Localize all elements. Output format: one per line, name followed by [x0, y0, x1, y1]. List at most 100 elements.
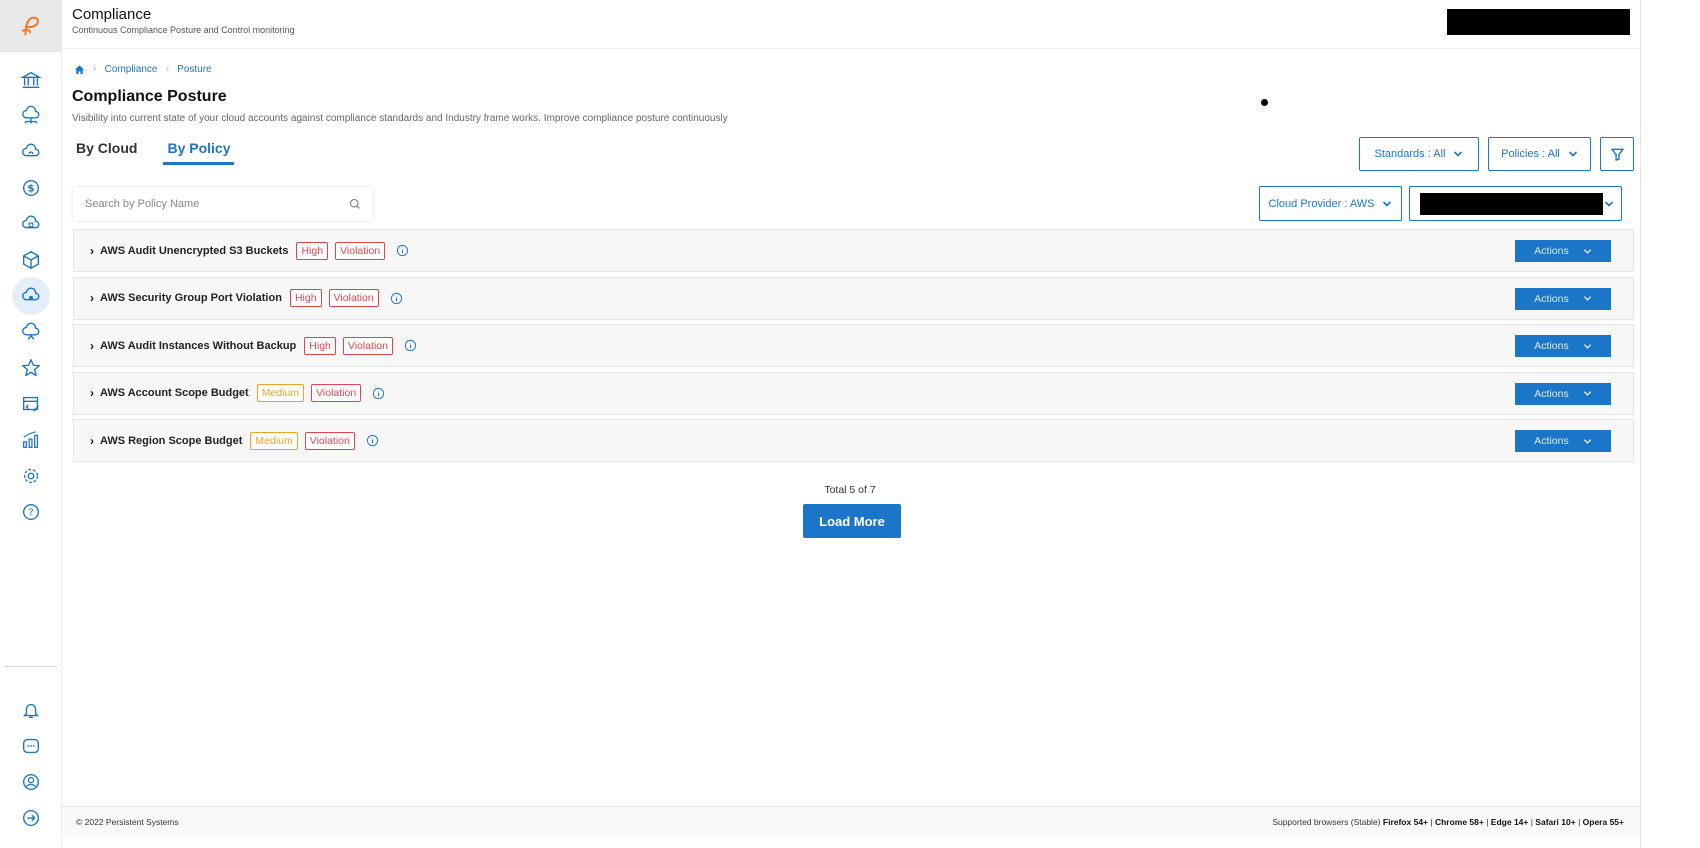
load-more-button[interactable]: Load More — [803, 504, 901, 538]
page-description: Visibility into current state of your cl… — [72, 113, 728, 124]
severity-badge: Medium — [256, 384, 305, 402]
cloud-sync-icon[interactable] — [17, 138, 45, 166]
chevron-down-icon — [1383, 200, 1392, 207]
supported-browsers: Supported browsers (Stable) Firefox 54+ … — [1272, 817, 1624, 827]
chevron-right-icon[interactable]: › — [90, 244, 94, 258]
bank-icon[interactable] — [17, 66, 45, 94]
app-subtitle: Continuous Compliance Posture and Contro… — [72, 25, 295, 35]
cloud-provider-filter[interactable]: Cloud Provider : AWS — [1259, 186, 1402, 221]
gear-icon[interactable] — [17, 462, 45, 490]
breadcrumb: › Compliance › Posture — [74, 63, 212, 75]
sidebar: $ ? — [0, 0, 62, 848]
policies-filter[interactable]: Policies : All — [1488, 137, 1591, 171]
top-header: Compliance Continuous Compliance Posture… — [62, 0, 1640, 49]
filter-button[interactable] — [1600, 137, 1634, 171]
browser-edge: Edge 14+ — [1490, 817, 1529, 827]
browser-safari: Safari 10+ — [1535, 817, 1576, 827]
search-box — [73, 187, 373, 221]
actions-label: Actions — [1534, 245, 1569, 257]
policy-row[interactable]: › AWS Account Scope Budget Medium Violat… — [73, 371, 1634, 415]
chevron-down-icon — [1583, 248, 1591, 254]
severity-badge: High — [296, 241, 329, 260]
breadcrumb-posture[interactable]: Posture — [177, 64, 211, 75]
severity-badge: High — [289, 289, 322, 307]
cube-icon[interactable] — [17, 246, 45, 274]
browser-opera: Opera 55+ — [1582, 817, 1624, 827]
account-select[interactable] — [1409, 186, 1622, 221]
chevron-down-icon — [1568, 151, 1577, 157]
policy-name: AWS Security Group Port Violation — [100, 292, 282, 304]
policy-row[interactable]: › AWS Audit Unencrypted S3 Buckets High … — [73, 229, 1634, 272]
code-edit-icon[interactable] — [17, 390, 45, 418]
policy-name: AWS Account Scope Budget — [100, 387, 249, 399]
browser-firefox: Firefox 54+ — [1382, 817, 1429, 827]
cloud-users-icon[interactable] — [17, 318, 45, 346]
analytics-icon[interactable] — [17, 426, 45, 454]
bell-icon[interactable] — [17, 696, 45, 724]
actions-button[interactable]: Actions — [1515, 240, 1611, 262]
status-badge: Violation — [328, 289, 379, 307]
help-icon[interactable]: ? — [17, 498, 45, 526]
actions-label: Actions — [1534, 435, 1569, 447]
info-icon[interactable] — [390, 292, 403, 305]
chevron-down-icon — [1583, 391, 1591, 396]
chevron-right-icon[interactable]: › — [90, 434, 94, 448]
chevron-right-icon[interactable]: › — [90, 291, 94, 305]
total-count: Total 5 of 7 — [824, 484, 876, 496]
info-icon[interactable] — [396, 244, 409, 257]
policy-row[interactable]: › AWS Audit Instances Without Backup Hig… — [73, 324, 1634, 367]
actions-label: Actions — [1534, 340, 1569, 352]
sidebar-divider — [4, 666, 58, 667]
chevron-right-icon[interactable]: › — [90, 339, 94, 353]
filter-icon — [1610, 148, 1624, 161]
tab-by-cloud[interactable]: By Cloud — [76, 140, 137, 165]
chevron-down-icon — [1583, 438, 1591, 444]
content-right-border — [1640, 0, 1641, 848]
redacted-user-area[interactable] — [1447, 9, 1630, 35]
policy-name: AWS Region Scope Budget — [100, 434, 243, 447]
star-icon[interactable] — [17, 354, 45, 382]
cloud-network-icon[interactable] — [17, 102, 45, 130]
info-icon[interactable] — [404, 339, 417, 352]
severity-badge: High — [304, 336, 336, 355]
cloud-lock-icon[interactable] — [17, 210, 45, 238]
policy-name: AWS Audit Instances Without Backup — [100, 339, 297, 352]
search-input[interactable] — [85, 198, 349, 210]
redacted-account-value — [1420, 193, 1603, 215]
search-icon[interactable] — [349, 198, 361, 210]
policy-row[interactable]: › AWS Region Scope Budget Medium Violati… — [73, 419, 1634, 462]
actions-button[interactable]: Actions — [1515, 335, 1611, 357]
chat-icon[interactable] — [17, 732, 45, 760]
info-icon[interactable] — [366, 434, 379, 447]
tab-by-policy[interactable]: By Policy — [163, 140, 235, 165]
app-logo[interactable] — [0, 0, 62, 52]
policies-filter-label: Policies : All — [1501, 148, 1560, 160]
svg-text:$: $ — [27, 184, 34, 195]
status-badge: Violation — [342, 336, 393, 355]
actions-button[interactable]: Actions — [1515, 287, 1611, 310]
chevron-down-icon — [1604, 201, 1614, 207]
actions-label: Actions — [1534, 292, 1569, 305]
logout-icon[interactable] — [17, 804, 45, 832]
cloud-compliance-icon[interactable] — [12, 277, 50, 315]
actions-button[interactable]: Actions — [1515, 430, 1611, 452]
cursor-dot — [1261, 99, 1268, 106]
browser-chrome: Chrome 58+ — [1434, 817, 1484, 827]
policy-row[interactable]: › AWS Security Group Port Violation High… — [73, 276, 1634, 320]
user-icon[interactable] — [17, 768, 45, 796]
dollar-icon[interactable]: $ — [17, 174, 45, 202]
persistent-logo-icon — [21, 16, 39, 36]
policy-name: AWS Audit Unencrypted S3 Buckets — [100, 244, 289, 257]
breadcrumb-separator-icon: › — [165, 63, 170, 75]
svg-text:?: ? — [28, 508, 33, 519]
breadcrumb-compliance[interactable]: Compliance — [105, 64, 158, 75]
home-icon[interactable] — [74, 64, 85, 75]
chevron-down-icon — [1583, 343, 1591, 349]
info-icon[interactable] — [372, 387, 385, 400]
actions-button[interactable]: Actions — [1515, 382, 1611, 405]
chevron-right-icon[interactable]: › — [90, 386, 94, 400]
standards-filter[interactable]: Standards : All — [1359, 137, 1479, 171]
cloud-provider-label: Cloud Provider : AWS — [1268, 197, 1375, 210]
chevron-down-icon — [1454, 151, 1463, 157]
chevron-down-icon — [1583, 296, 1591, 301]
